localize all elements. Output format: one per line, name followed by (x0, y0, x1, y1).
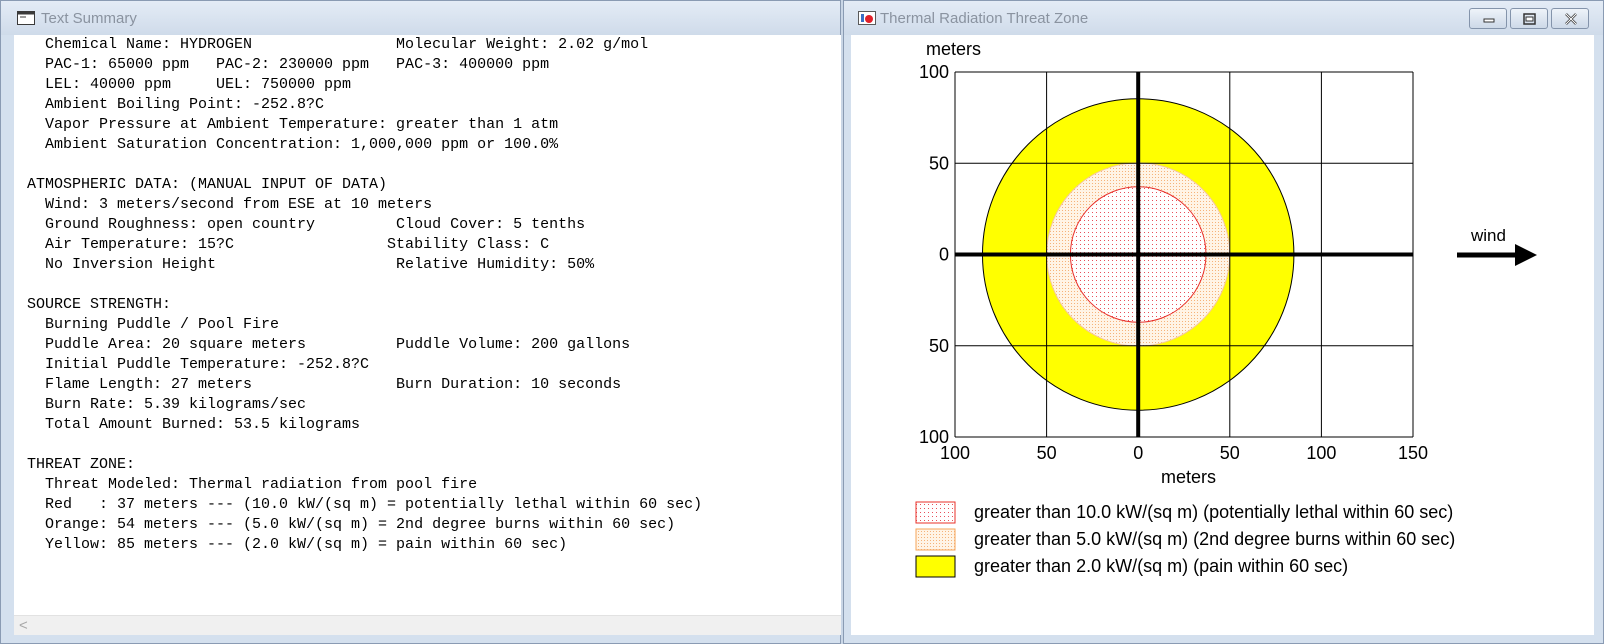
legend-swatch (915, 528, 956, 551)
y-tick-label: 100 (919, 62, 949, 82)
threat-zone-titlebar[interactable]: Thermal Radiation Threat Zone (844, 1, 1603, 35)
restore-button[interactable] (1510, 8, 1548, 29)
threat-zone-window: Thermal Radiation Threat Zone 100 50 0 5… (843, 0, 1604, 644)
restore-icon (1523, 13, 1536, 25)
wind-label: wind (1470, 226, 1506, 245)
text-summary-content[interactable]: Chemical Name: HYDROGEN Molecular Weight… (14, 35, 841, 615)
legend-swatch (915, 555, 956, 578)
text-summary-titlebar[interactable]: Text Summary (1, 1, 840, 35)
y-tick-label: 50 (929, 336, 949, 356)
legend: greater than 10.0 kW/(sq m) (potentially… (915, 501, 1455, 578)
y-tick-label: 100 (919, 427, 949, 447)
text-summary-window: Text Summary Chemical Name: HYDROGEN Mol… (0, 0, 841, 644)
wind-arrow-icon (1515, 244, 1537, 266)
wind-indicator: wind (1457, 226, 1537, 266)
x-axis-label: meters (1161, 467, 1216, 487)
scroll-left-icon[interactable]: < (19, 616, 28, 636)
minimize-button[interactable] (1469, 8, 1507, 29)
threat-zone-plot-area: 100 50 0 50 100 150 100 50 0 50 100 meters meters … (851, 35, 1594, 635)
legend-label: greater than 2.0 kW/(sq m) (pain within … (974, 556, 1348, 576)
summary-text-block: Chemical Name: HYDROGEN Molecular Weight… (27, 36, 703, 553)
minimize-icon (1483, 18, 1495, 23)
threat-zone-chart: 100 50 0 50 100 15010050050100 meters meters … (915, 39, 1537, 578)
window-controls (1469, 8, 1589, 29)
x-tick-label: 50 (1220, 443, 1240, 463)
x-tick-label: 0 (1133, 443, 1143, 463)
x-tick-label: 100 (1306, 443, 1336, 463)
flame-app-icon (858, 11, 876, 25)
text-document-icon (17, 11, 35, 25)
y-tick-label: 50 (929, 153, 949, 173)
threat-zone-title: Thermal Radiation Threat Zone (880, 10, 1089, 27)
y-tick-label: 0 (939, 245, 949, 265)
close-icon (1565, 13, 1577, 25)
y-axis-label: meters (926, 39, 981, 59)
legend-label: greater than 5.0 kW/(sq m) (2nd degree b… (974, 529, 1455, 549)
x-tick-label: 150 (1398, 443, 1428, 463)
legend-swatch (915, 501, 956, 524)
x-tick-label: 50 (1037, 443, 1057, 463)
close-button[interactable] (1551, 8, 1589, 29)
horizontal-scrollbar[interactable]: < (14, 615, 841, 635)
text-summary-title: Text Summary (41, 10, 137, 27)
legend-label: greater than 10.0 kW/(sq m) (potentially… (974, 502, 1453, 522)
